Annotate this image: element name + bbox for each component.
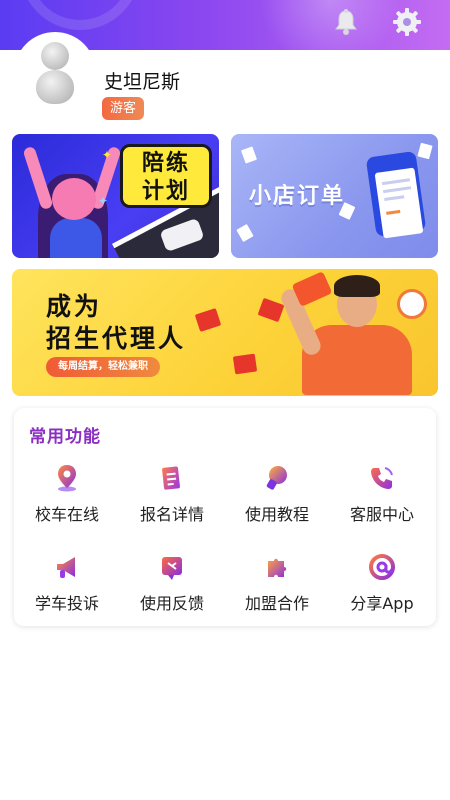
- avatar[interactable]: [14, 32, 96, 114]
- func-label: 使用反馈: [139, 594, 204, 613]
- recruit-agent-title-line1: 成为: [46, 292, 103, 321]
- func-label: 分享App: [350, 594, 414, 613]
- bell-icon[interactable]: [330, 6, 362, 38]
- practice-plan-title-line2: 计划: [141, 179, 190, 204]
- func-label: 学车投诉: [34, 594, 99, 613]
- clock-icon: [397, 289, 427, 319]
- practice-plan-banner[interactable]: ✦ ✦ 陪练 计划: [12, 134, 219, 258]
- func-label: 客服中心: [349, 505, 414, 524]
- paper-decoration: [240, 146, 258, 164]
- func-feedback[interactable]: 使用反馈: [122, 553, 222, 615]
- func-label: 加盟合作: [244, 594, 309, 613]
- recruit-agent-tagline: 每周结算，轻松兼职: [46, 357, 160, 377]
- at-sign-icon: [368, 553, 396, 581]
- sparkle-icon: ✦: [102, 148, 113, 162]
- func-franchise[interactable]: 加盟合作: [227, 553, 327, 615]
- girl-head: [52, 178, 96, 220]
- recruit-agent-title: 成为 招生代理人: [46, 291, 186, 355]
- girl-arm-left: [22, 145, 54, 211]
- func-tutorial[interactable]: 使用教程: [227, 464, 327, 526]
- paper-decoration: [236, 223, 254, 243]
- practice-plan-title: 陪练 计划: [120, 144, 212, 208]
- red-envelope-icon: [257, 297, 285, 323]
- man-illustration-body: [302, 325, 412, 395]
- recruit-agent-banner[interactable]: 成为 招生代理人 每周结算，轻松兼职: [12, 269, 438, 396]
- func-share-app[interactable]: 分享App: [332, 553, 432, 615]
- func-school-bus-online[interactable]: 校车在线: [17, 464, 117, 526]
- sparkle-icon: ✦: [98, 194, 109, 208]
- gear-icon[interactable]: [391, 6, 423, 38]
- func-complaint[interactable]: 学车投诉: [17, 553, 117, 615]
- status-badge: 游客: [102, 97, 145, 120]
- func-label: 报名详情: [139, 505, 204, 524]
- megaphone-icon: [53, 553, 81, 581]
- avatar-placeholder-icon: [36, 42, 74, 106]
- paper-decoration: [417, 142, 433, 160]
- man-illustration-hair: [334, 275, 380, 297]
- shop-orders-title: 小店订单: [249, 184, 346, 209]
- header-decoration: [20, 0, 140, 30]
- common-functions-panel: 常用功能 校车在线 报名详情 使用教程 客服中心 学车投诉 使用反馈 加盟合作 …: [14, 408, 436, 626]
- location-pin-icon: [53, 464, 81, 492]
- recruit-agent-title-line2: 招生代理人: [46, 324, 187, 353]
- func-label: 使用教程: [244, 505, 309, 524]
- girl-body: [50, 218, 102, 258]
- lightbulb-icon: [263, 464, 291, 492]
- red-envelope-icon: [232, 353, 258, 375]
- func-customer-service[interactable]: 客服中心: [332, 464, 432, 526]
- username: 史坦尼斯: [104, 71, 181, 93]
- func-registration-details[interactable]: 报名详情: [122, 464, 222, 526]
- shop-orders-banner[interactable]: 小店订单: [231, 134, 438, 258]
- red-envelope-icon: [194, 308, 222, 332]
- func-label: 校车在线: [34, 505, 99, 524]
- feedback-icon: [158, 553, 186, 581]
- puzzle-icon: [263, 553, 291, 581]
- document-icon: [158, 464, 186, 492]
- phone-icon: [368, 464, 396, 492]
- common-functions-title: 常用功能: [29, 427, 101, 447]
- practice-plan-title-line1: 陪练: [141, 151, 190, 176]
